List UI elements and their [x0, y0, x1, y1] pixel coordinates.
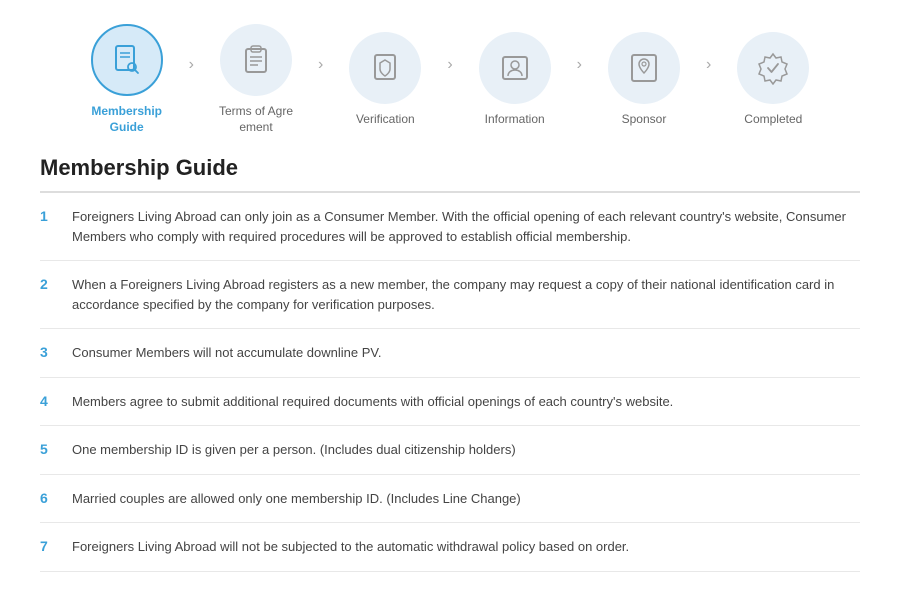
item-text: Foreigners Living Abroad will not be sub… — [72, 537, 629, 557]
step-label-1: MembershipGuide — [91, 104, 162, 135]
section-title: Membership Guide — [40, 155, 860, 193]
list-item: 6 Married couples are allowed only one me… — [40, 475, 860, 524]
item-text: Consumer Members will not accumulate dow… — [72, 343, 382, 363]
item-text: When a Foreigners Living Abroad register… — [72, 275, 860, 314]
stepper: MembershipGuide › Terms of Agreement › V… — [0, 0, 900, 145]
badge-check-icon — [756, 51, 790, 85]
step-circle-1 — [91, 24, 163, 96]
step-verification[interactable]: Verification — [325, 32, 445, 128]
list-item: 5 One membership ID is given per a person… — [40, 426, 860, 475]
step-membership-guide[interactable]: MembershipGuide — [67, 24, 187, 135]
step-circle-5 — [608, 32, 680, 104]
step-sponsor[interactable]: Sponsor — [584, 32, 704, 128]
step-completed[interactable]: Completed — [713, 32, 833, 128]
item-number: 7 — [40, 537, 56, 554]
list-item: 2 When a Foreigners Living Abroad registe… — [40, 261, 860, 329]
item-number: 2 — [40, 275, 56, 292]
step-information[interactable]: Information — [455, 32, 575, 128]
list-item: 7 Foreigners Living Abroad will not be su… — [40, 523, 860, 572]
arrow-3: › — [447, 56, 452, 74]
item-number: 3 — [40, 343, 56, 360]
guide-list: 1 Foreigners Living Abroad can only join … — [40, 193, 860, 572]
item-text: Members agree to submit additional requi… — [72, 392, 673, 412]
arrow-4: › — [577, 56, 582, 74]
doc-search-icon — [110, 43, 144, 77]
step-label-3: Verification — [356, 112, 415, 128]
arrow-5: › — [706, 56, 711, 74]
item-text: Foreigners Living Abroad can only join a… — [72, 207, 860, 246]
content-area: Membership Guide 1 Foreigners Living Abro… — [0, 145, 900, 592]
arrow-2: › — [318, 56, 323, 74]
person-card-icon — [498, 51, 532, 85]
item-text: One membership ID is given per a person.… — [72, 440, 516, 460]
step-label-6: Completed — [744, 112, 802, 128]
item-number: 1 — [40, 207, 56, 224]
step-circle-6 — [737, 32, 809, 104]
arrow-1: › — [189, 56, 194, 74]
list-item: 3 Consumer Members will not accumulate do… — [40, 329, 860, 378]
step-circle-4 — [479, 32, 551, 104]
clipboard-icon — [239, 43, 273, 77]
step-terms[interactable]: Terms of Agreement — [196, 24, 316, 135]
item-number: 5 — [40, 440, 56, 457]
item-number: 6 — [40, 489, 56, 506]
list-item: 1 Foreigners Living Abroad can only join … — [40, 193, 860, 261]
step-circle-2 — [220, 24, 292, 96]
step-label-4: Information — [485, 112, 545, 128]
shield-icon — [368, 51, 402, 85]
item-text: Married couples are allowed only one mem… — [72, 489, 521, 509]
step-label-2: Terms of Agreement — [219, 104, 293, 135]
item-number: 4 — [40, 392, 56, 409]
step-label-5: Sponsor — [622, 112, 667, 128]
location-pin-icon — [627, 51, 661, 85]
list-item: 4 Members agree to submit additional requ… — [40, 378, 860, 427]
step-circle-3 — [349, 32, 421, 104]
